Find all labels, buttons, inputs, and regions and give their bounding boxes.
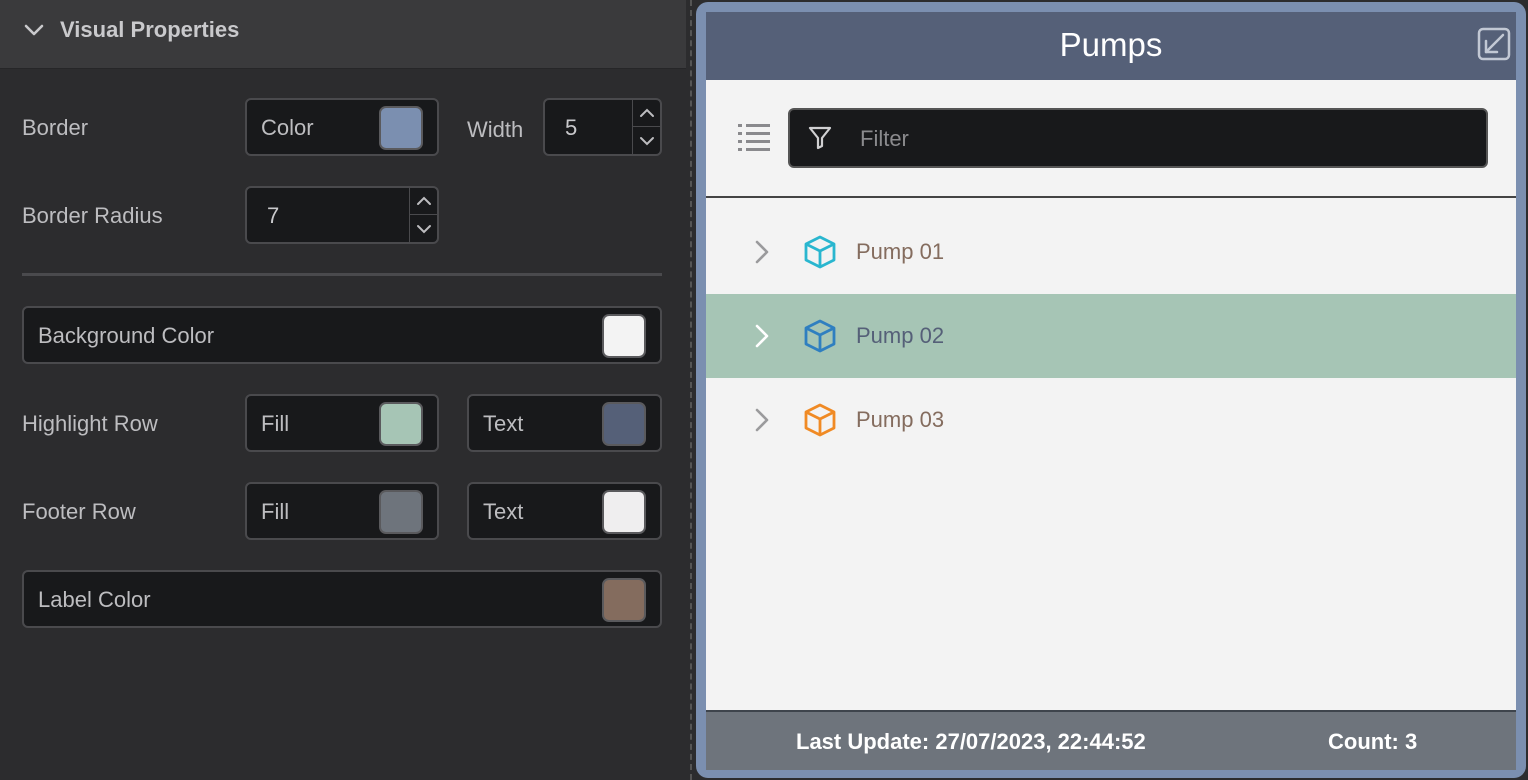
highlight-text-swatch[interactable] <box>602 402 646 446</box>
divider <box>22 273 662 276</box>
border-width-stepper[interactable]: 5 <box>543 98 662 156</box>
properties-panel: Visual Properties Border Color Width 5 B… <box>0 0 690 780</box>
background-color-label: Background Color <box>38 323 215 348</box>
decrement-button[interactable] <box>633 127 661 154</box>
tree-row[interactable]: Pump 03 <box>706 378 1516 462</box>
filter-placeholder: Filter <box>860 126 909 151</box>
border-color-swatch[interactable] <box>379 106 423 150</box>
border-radius-stepper[interactable]: 7 <box>245 186 439 244</box>
decrement-button[interactable] <box>410 215 438 242</box>
widget-body: Pumps Filter Pump 01 Pump 02 Pump 03 Las… <box>706 12 1516 770</box>
cube-icon <box>804 319 836 353</box>
chevron-right-icon[interactable] <box>750 238 774 266</box>
border-width-label: Width <box>467 117 524 142</box>
last-update-text: Last Update: 27/07/2023, 22:44:52 <box>796 729 1146 754</box>
tree-row-label: Pump 01 <box>856 239 945 264</box>
widget-title: Pumps <box>1059 26 1163 63</box>
chevron-down-icon <box>417 224 431 233</box>
filter-input[interactable]: Filter <box>788 108 1488 168</box>
widget-footer: Last Update: 27/07/2023, 22:44:52 Count:… <box>706 710 1516 770</box>
border-radius-spinner <box>409 188 438 242</box>
tree-row[interactable]: Pump 01 <box>706 210 1516 294</box>
footer-fill-swatch[interactable] <box>379 490 423 534</box>
widget-header: Pumps <box>706 12 1516 80</box>
tree-row[interactable]: Pump 02 <box>706 294 1516 378</box>
cube-icon <box>804 403 836 437</box>
count-text: Count: 3 <box>1328 729 1418 754</box>
chevron-up-icon <box>640 108 654 117</box>
footer-fill-field[interactable]: Fill <box>245 482 439 540</box>
background-color-field[interactable]: Background Color <box>22 306 662 364</box>
chevron-up-icon <box>417 196 431 205</box>
border-color-label: Color <box>261 115 314 140</box>
widget-toolbar: Filter <box>706 80 1516 198</box>
highlight-text-field[interactable]: Text <box>467 394 662 452</box>
background-color-swatch[interactable] <box>602 314 646 358</box>
border-radius-value[interactable]: 7 <box>267 203 279 229</box>
pumps-widget: Pumps Filter Pump 01 Pump 02 Pump 03 Las… <box>696 2 1526 778</box>
increment-button[interactable] <box>633 100 661 127</box>
chevron-right-icon[interactable] <box>750 322 774 350</box>
border-label: Border <box>22 115 89 140</box>
increment-button[interactable] <box>410 188 438 215</box>
chevron-down-icon <box>640 136 654 145</box>
label-color-swatch[interactable] <box>602 578 646 622</box>
highlight-fill-label: Fill <box>261 411 290 436</box>
cube-icon <box>804 235 836 269</box>
footer-text-swatch[interactable] <box>602 490 646 534</box>
section-title: Visual Properties <box>60 17 240 42</box>
highlight-fill-swatch[interactable] <box>379 402 423 446</box>
border-radius-label: Border Radius <box>22 203 163 228</box>
filter-icon <box>808 126 832 150</box>
highlight-fill-field[interactable]: Fill <box>245 394 439 452</box>
footer-text-field[interactable]: Text <box>467 482 662 540</box>
highlight-text-label: Text <box>483 411 524 436</box>
expand-icon[interactable] <box>1476 26 1512 62</box>
chevron-right-icon[interactable] <box>750 406 774 434</box>
label-color-field[interactable]: Label Color <box>22 570 662 628</box>
chevron-down-icon[interactable] <box>22 18 46 42</box>
label-color-label: Label Color <box>38 587 151 612</box>
tree-row-label: Pump 02 <box>856 323 945 348</box>
footer-fill-label: Fill <box>261 499 290 524</box>
border-width-spinner <box>632 100 661 154</box>
tree-row-label: Pump 03 <box>856 407 945 432</box>
border-color-field[interactable]: Color <box>245 98 439 156</box>
section-header-visual-properties[interactable]: Visual Properties <box>0 0 686 69</box>
highlight-row-label: Highlight Row <box>22 411 158 436</box>
footer-text-label: Text <box>483 499 524 524</box>
list-icon[interactable] <box>736 120 772 156</box>
border-width-value[interactable]: 5 <box>565 115 577 141</box>
footer-row-label: Footer Row <box>22 499 136 524</box>
